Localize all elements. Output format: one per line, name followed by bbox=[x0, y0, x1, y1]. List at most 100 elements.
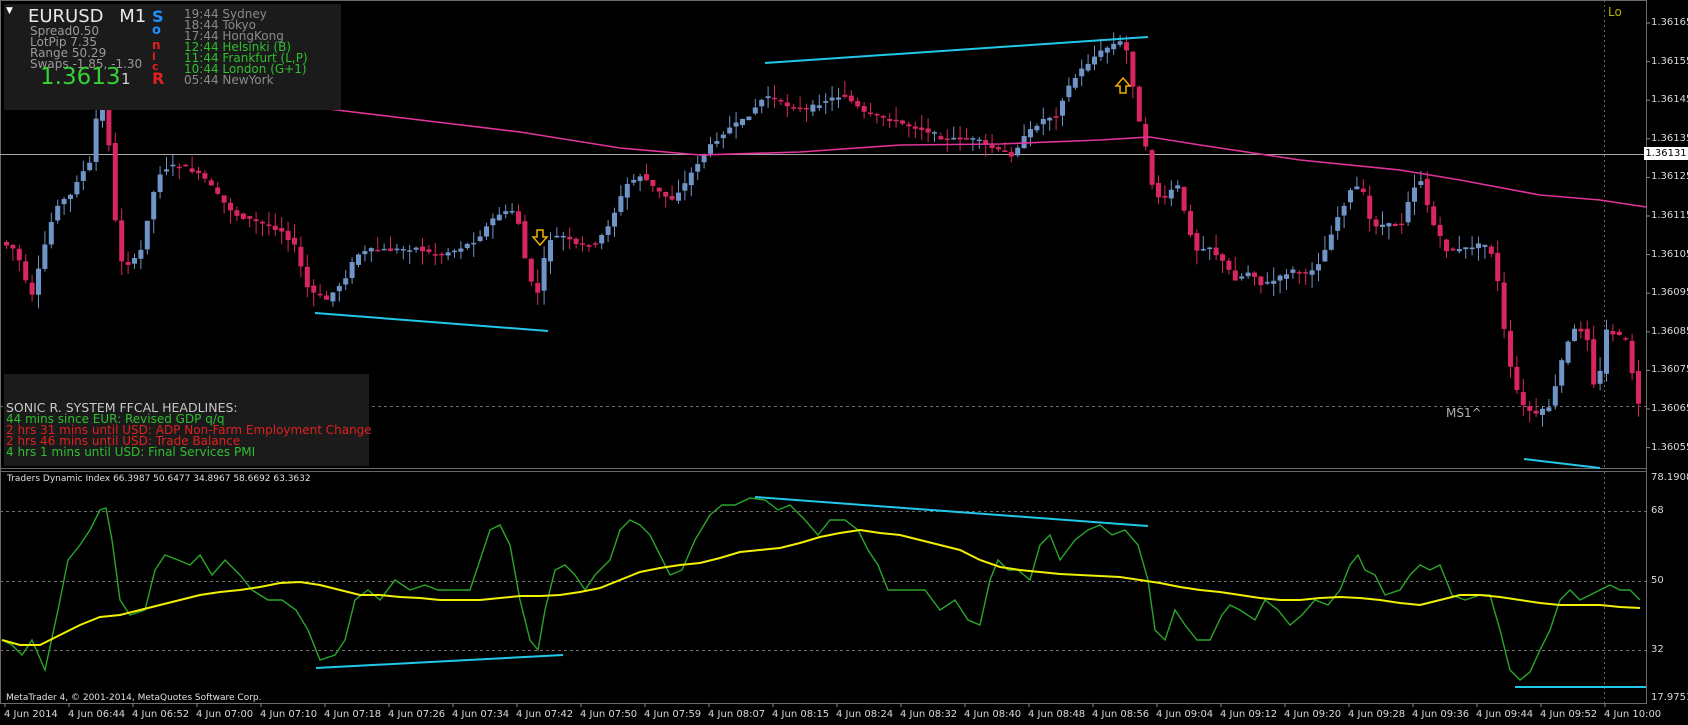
price-tick-label: 1.36085 bbox=[1651, 325, 1688, 337]
news-item: 4 hrs 1 mins until USD: Final Services P… bbox=[6, 445, 256, 459]
trend-line-lower-left[interactable] bbox=[314, 312, 549, 332]
time-tick-label: 4 Jun 07:42 bbox=[516, 709, 574, 720]
candle-body bbox=[669, 196, 675, 200]
candle-body bbox=[1405, 202, 1411, 223]
candle-body bbox=[829, 97, 835, 101]
candle-body bbox=[1047, 117, 1053, 121]
candle-body bbox=[893, 119, 899, 122]
axis-ticks bbox=[4, 22, 1650, 707]
candle-body bbox=[989, 145, 995, 149]
candle-body bbox=[1079, 68, 1085, 77]
candle-body bbox=[1335, 217, 1341, 231]
candle-body bbox=[362, 251, 368, 255]
candle-body bbox=[381, 248, 387, 251]
candle-body bbox=[189, 168, 195, 172]
moving-average-line bbox=[319, 107, 1647, 208]
candle-body bbox=[1456, 248, 1462, 252]
candle-body bbox=[1245, 272, 1251, 277]
candle-body bbox=[1386, 223, 1392, 227]
candle-body bbox=[944, 138, 950, 141]
candle-body bbox=[1060, 100, 1065, 116]
time-tick-label: 4 Jun 09:28 bbox=[1348, 709, 1406, 720]
candle-body bbox=[1322, 249, 1328, 262]
indicator-tick-label: 50 bbox=[1651, 575, 1664, 586]
candle-body bbox=[746, 116, 752, 121]
candle-body bbox=[1136, 86, 1142, 122]
collapse-triangle-icon[interactable]: ▼ bbox=[6, 6, 13, 16]
candle-body bbox=[1220, 254, 1225, 261]
candle-body bbox=[1629, 340, 1635, 374]
candle-body bbox=[1514, 366, 1520, 390]
candle-body bbox=[1533, 410, 1539, 414]
candle-body bbox=[663, 191, 669, 197]
candle-body bbox=[1559, 360, 1565, 386]
indicator-tick-label: 17.9751 bbox=[1651, 692, 1688, 703]
candle-body bbox=[477, 236, 483, 241]
candle-body bbox=[119, 220, 125, 262]
candle-body bbox=[682, 183, 688, 191]
candle-body bbox=[1258, 276, 1264, 286]
candle-body bbox=[1053, 116, 1059, 118]
indicator-tick-label: 78.1908 bbox=[1651, 472, 1688, 483]
candle-body bbox=[932, 132, 937, 134]
candle-body bbox=[1412, 187, 1417, 202]
candle-body bbox=[298, 246, 304, 267]
candle-body bbox=[1482, 244, 1488, 247]
tdi-trend-line-upper[interactable] bbox=[754, 496, 1149, 527]
bid-digit: 1 bbox=[121, 70, 131, 88]
candle-body bbox=[1290, 269, 1296, 273]
candle-body bbox=[1616, 331, 1622, 336]
candle-body bbox=[196, 170, 201, 174]
candle-body bbox=[1450, 248, 1456, 251]
candle-body bbox=[1149, 150, 1155, 185]
candle-body bbox=[618, 196, 624, 212]
candle-body bbox=[1527, 406, 1533, 411]
candle-body bbox=[970, 138, 976, 140]
candle-body bbox=[400, 248, 406, 251]
candle-body bbox=[848, 95, 854, 102]
candle-body bbox=[740, 118, 745, 126]
trend-lines[interactable] bbox=[314, 36, 1646, 688]
candle-body bbox=[535, 282, 541, 293]
candle-body bbox=[16, 248, 22, 261]
candle-body bbox=[1092, 56, 1097, 65]
time-tick-label: 4 Jun 09:44 bbox=[1476, 709, 1534, 720]
candle-body bbox=[1130, 51, 1136, 87]
candle-body bbox=[906, 124, 912, 127]
candle-body bbox=[548, 240, 553, 262]
tdi-trend-line-lower[interactable] bbox=[315, 654, 564, 669]
candle-body bbox=[701, 154, 707, 163]
candle-body bbox=[1002, 150, 1008, 153]
candle-body bbox=[1303, 272, 1309, 274]
candle-body bbox=[567, 236, 573, 240]
candle-body bbox=[1476, 243, 1481, 249]
current-price-tag: 1.36131 bbox=[1644, 147, 1688, 160]
candle-body bbox=[509, 211, 515, 213]
candle-body bbox=[266, 224, 272, 226]
candle-body bbox=[42, 244, 48, 269]
candle-body bbox=[688, 172, 694, 186]
candle-body bbox=[599, 234, 605, 244]
price-tick-label: 1.36115 bbox=[1651, 210, 1688, 221]
time-tick-label: 4 Jun 07:10 bbox=[260, 709, 318, 720]
candle-body bbox=[144, 220, 150, 250]
candle-body bbox=[1066, 85, 1072, 98]
candle-body bbox=[650, 179, 656, 186]
candle-body bbox=[1636, 371, 1641, 404]
time-tick-label: 4 Jun 08:07 bbox=[708, 709, 766, 720]
trend-line-lower-right[interactable] bbox=[1523, 458, 1601, 469]
candle-body bbox=[1168, 189, 1174, 199]
candle-body bbox=[522, 221, 528, 259]
candle-body bbox=[868, 112, 873, 115]
candle-body bbox=[1271, 280, 1277, 284]
time-tick-label: 4 Jun 07:59 bbox=[644, 709, 702, 720]
candle-body bbox=[1232, 270, 1238, 281]
bid-price: 1.3613 bbox=[40, 64, 121, 90]
up-arrow-icon bbox=[1114, 76, 1132, 94]
candle-body bbox=[432, 254, 438, 256]
trend-line-upper[interactable] bbox=[764, 36, 1149, 64]
candle-body bbox=[1623, 338, 1629, 340]
corner-label: Lo bbox=[1608, 5, 1622, 19]
candle-body bbox=[285, 230, 291, 241]
candle-body bbox=[624, 183, 630, 198]
